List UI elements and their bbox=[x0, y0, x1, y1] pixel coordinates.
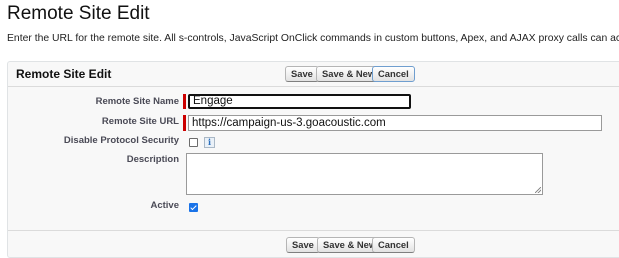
active-label: Active bbox=[150, 200, 179, 211]
active-checkbox[interactable] bbox=[189, 203, 198, 212]
intro-text: Enter the URL for the remote site. All s… bbox=[7, 33, 619, 44]
remote-site-name-label: Remote Site Name bbox=[95, 96, 179, 107]
panel-title: Remote Site Edit bbox=[16, 67, 112, 81]
description-textarea[interactable] bbox=[186, 153, 543, 195]
save-button-top[interactable]: Save bbox=[285, 66, 319, 82]
footer-divider bbox=[8, 230, 619, 231]
disable-protocol-security-checkbox[interactable] bbox=[189, 138, 198, 147]
save-button-bottom[interactable]: Save bbox=[286, 237, 320, 253]
remote-site-url-input[interactable]: https://campaign-us-3.goacoustic.com bbox=[188, 115, 602, 131]
cancel-button-top[interactable]: Cancel bbox=[372, 66, 415, 82]
remote-site-name-input[interactable]: Engage bbox=[188, 94, 411, 109]
description-label: Description bbox=[126, 154, 179, 165]
panel-header: Remote Site Edit Save Save & New Cancel bbox=[8, 62, 619, 87]
cancel-button-bottom[interactable]: Cancel bbox=[372, 237, 415, 253]
info-icon[interactable]: i bbox=[204, 137, 215, 148]
required-indicator bbox=[183, 115, 186, 131]
remote-site-edit-panel: Remote Site Edit Save Save & New Cancel … bbox=[7, 61, 619, 258]
resize-grip-icon[interactable] bbox=[535, 187, 541, 193]
required-indicator bbox=[183, 94, 186, 109]
remote-site-url-label: Remote Site URL bbox=[101, 116, 179, 127]
page-title: Remote Site Edit bbox=[7, 3, 150, 24]
disable-protocol-security-label: Disable Protocol Security bbox=[63, 135, 179, 146]
